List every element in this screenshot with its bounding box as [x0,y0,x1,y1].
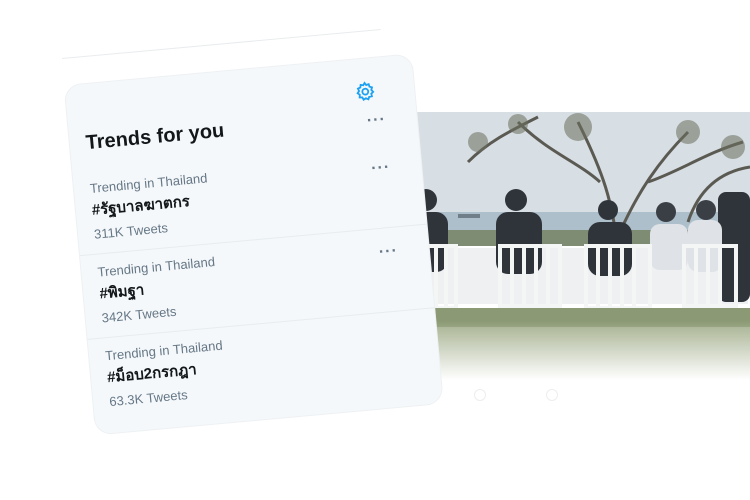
share-icon [546,389,558,401]
like-icon [474,389,486,401]
trend-item[interactable]: Trending in Thailand #พิมฐา 342K Tweets [97,253,220,327]
more-dots-icon[interactable]: ··· [378,242,400,261]
trends-card: Trends for you ··· Trending in Thailand … [64,54,443,435]
more-dots-icon[interactable]: ··· [371,159,392,178]
card-divider [62,28,381,59]
trends-panel: Trends for you ··· Trending in Thailand … [62,25,455,438]
more-dots-icon[interactable]: ··· [366,111,388,130]
gear-icon[interactable] [353,80,377,104]
trend-item[interactable]: Trending in Thailand #ม็อบ2กรกฎา 63.3K T… [104,337,227,411]
trend-item[interactable]: Trending in Thailand #รัฐบาลฆาตกร 311K T… [89,169,212,243]
panel-title: Trends for you [84,119,226,155]
